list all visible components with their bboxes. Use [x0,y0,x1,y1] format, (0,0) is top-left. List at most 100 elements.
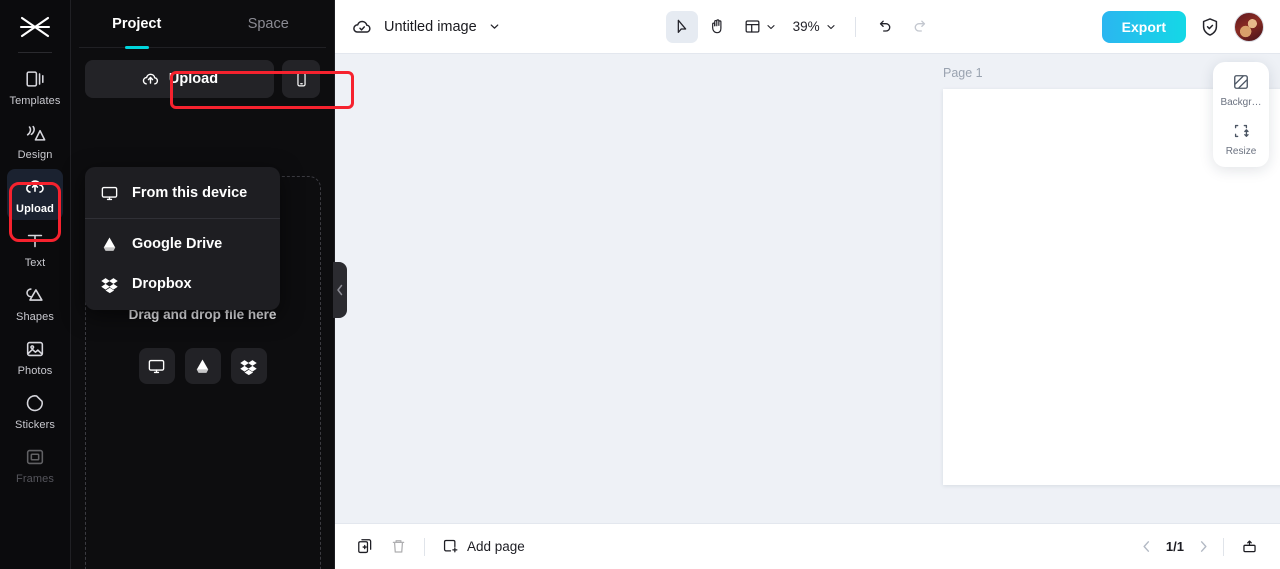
background-pattern-icon [1234,75,1248,89]
upload-cloud-icon [26,180,44,193]
sidebar-item-templates[interactable]: Templates [7,61,63,112]
trash-icon [392,540,405,553]
user-avatar[interactable] [1234,11,1264,42]
sidebar-item-label: Text [24,257,46,269]
sidebar-item-label: Templates [9,95,61,107]
shield-check-icon[interactable] [1199,16,1221,38]
page-view-button[interactable] [1233,532,1266,562]
menu-divider [85,218,280,219]
add-page-button[interactable]: Add page [434,532,532,562]
left-icon-rail: Templates Design Upload Text Shapes Phot… [0,0,71,569]
layout-tool-button[interactable] [738,11,782,43]
upload-cloud-icon [142,73,158,85]
menu-item-label: From this device [132,185,248,201]
photos-icon [26,341,44,357]
resize-button[interactable]: Resize [1213,121,1269,157]
project-panel: Project Space Upload From this device Go… [71,0,354,569]
sidebar-item-label: Upload [16,203,54,215]
top-toolbar: Untitled image 39% Export [335,0,1280,54]
menu-item-from-this-device[interactable]: From this device [85,173,280,213]
cloud-check-icon [353,20,371,33]
quick-source-buttons [71,348,334,384]
next-page-button[interactable] [1193,539,1214,554]
zoom-level-value: 39% [792,19,820,34]
panel-collapse-handle[interactable] [333,262,347,318]
sidebar-item-design[interactable]: Design [7,115,63,166]
redo-arrow-icon [914,20,926,32]
duplicate-page-icon [358,539,372,554]
templates-icon [26,71,44,87]
chevron-left-icon [1143,541,1149,552]
page-view-icon [1243,540,1256,553]
document-title: Untitled image [384,18,477,35]
sidebar-item-text[interactable]: Text [7,223,63,274]
delete-page-button[interactable] [382,532,415,562]
add-page-label: Add page [467,539,525,554]
undo-arrow-icon [880,20,891,32]
monitor-icon [148,359,165,373]
quick-button-google-drive[interactable] [184,348,221,384]
resize-button-label: Resize [1225,146,1257,157]
stickers-icon [26,395,43,412]
panel-body: Upload From this device Google Drive Dro… [71,48,334,569]
google-drive-icon [196,359,209,373]
upload-button-label: Upload [168,71,219,87]
bottom-divider [424,537,425,556]
sidebar-item-upload[interactable]: Upload [7,169,63,220]
toolbar-divider [854,16,856,37]
capcut-logo-icon[interactable] [15,10,55,44]
resize-icon [1234,124,1249,138]
panel-tabs: Project Space [71,0,334,47]
chevron-left-icon [337,284,343,296]
sidebar-item-label: Photos [17,365,53,377]
sidebar-item-frames[interactable]: Frames [7,439,63,490]
previous-page-button[interactable] [1136,539,1157,554]
cursor-arrow-icon [677,19,687,33]
document-name-button[interactable]: Untitled image [351,16,501,38]
tab-label: Space [247,15,289,32]
menu-item-label: Google Drive [132,236,223,252]
background-button-label: Backgr… [1220,97,1262,108]
tab-space[interactable]: Space [203,0,335,47]
toolbar-center-tools: 39% [501,10,1102,43]
canvas-area[interactable]: Page 1 Backgr… Resize [335,54,1280,523]
hand-icon [712,19,722,34]
page-counter: 1/1 [1165,539,1184,554]
select-tool-button[interactable] [665,10,698,43]
duplicate-page-button[interactable] [349,532,382,562]
sidebar-item-shapes[interactable]: Shapes [7,277,63,328]
bottom-bar: Add page 1/1 [335,523,1280,569]
tab-label: Project [112,15,162,32]
menu-item-dropbox[interactable]: Dropbox [85,264,280,304]
export-button[interactable]: Export [1101,10,1186,43]
quick-button-dropbox[interactable] [230,348,267,384]
rail-divider [18,52,52,53]
zoom-level-button[interactable]: 39% [786,11,842,43]
tab-project[interactable]: Project [71,0,203,47]
menu-item-google-drive[interactable]: Google Drive [85,224,280,264]
redo-button[interactable] [905,11,937,43]
sidebar-item-stickers[interactable]: Stickers [7,385,63,436]
sidebar-item-label: Shapes [16,311,54,323]
text-icon [27,234,43,248]
chevron-down-icon [827,24,835,29]
upload-from-phone-button[interactable] [282,60,320,98]
sidebar-item-photos[interactable]: Photos [7,331,63,382]
layout-grid-icon [745,20,760,33]
quick-button-device[interactable] [138,348,175,384]
canvas-float-panel: Backgr… Resize [1213,62,1269,167]
google-drive-icon [103,237,116,251]
frames-icon [26,449,44,465]
background-button[interactable]: Backgr… [1213,72,1269,108]
undo-button[interactable] [869,11,901,43]
page-label: Page 1 [943,66,983,80]
upload-button[interactable]: Upload [85,60,274,98]
app-root: Templates Design Upload Text Shapes Phot… [0,0,1280,569]
chevron-down-icon [767,24,775,29]
dropbox-icon [101,277,118,293]
dropbox-icon [240,359,257,375]
hand-tool-button[interactable] [702,11,734,43]
sidebar-item-label: Design [17,149,53,161]
mobile-phone-icon [296,72,306,86]
editor-area: Untitled image 39% Export Page 1 Backgr…… [335,0,1280,569]
